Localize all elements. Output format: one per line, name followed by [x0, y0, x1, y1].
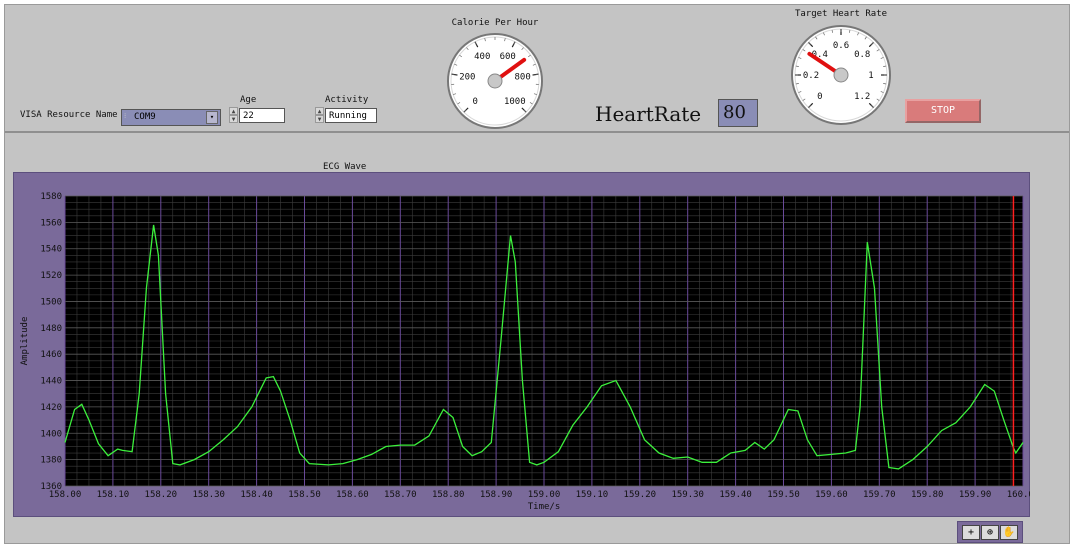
heartrate-label: HeartRate [595, 102, 702, 126]
x-tick-label: 158.30 [192, 490, 225, 500]
front-panel: VISA Resource Name ⁝ COM9 ▾ Age ▲ ▼ 22 A… [4, 4, 1070, 544]
x-tick-label: 159.70 [863, 490, 896, 500]
gauge-tick-label: 400 [474, 52, 490, 62]
x-tick-label: 160.00 [1007, 490, 1030, 500]
decrement-icon[interactable]: ▼ [315, 115, 324, 123]
visa-io-icon: ⁝ [124, 112, 127, 120]
x-tick-label: 159.90 [959, 490, 992, 500]
x-tick-label: 159.00 [528, 490, 561, 500]
graph-palette: + ⊕ ✋ [957, 521, 1023, 543]
y-tick-label: 1580 [40, 192, 62, 202]
gauge-tick-label: 0.6 [833, 41, 849, 51]
increment-icon[interactable]: ▲ [315, 107, 324, 115]
increment-icon[interactable]: ▲ [229, 107, 238, 115]
zoom-icon[interactable]: ⊕ [981, 525, 999, 540]
calorie-gauge-title: Calorie Per Hour [452, 18, 539, 28]
y-tick-label: 1480 [40, 324, 62, 334]
y-tick-label: 1420 [40, 403, 62, 413]
age-label: Age [240, 95, 257, 105]
x-tick-label: 159.30 [671, 490, 704, 500]
stop-button[interactable]: STOP [905, 99, 981, 123]
gauge-tick-label: 0.2 [803, 71, 819, 81]
calorie-gauge: Calorie Per Hour 0 200 400 600 800 1000 [447, 18, 543, 129]
gauge-tick-label: 1 [868, 71, 873, 81]
activity-select[interactable]: Running [325, 108, 377, 123]
activity-stepper[interactable]: ▲ ▼ [315, 107, 324, 124]
chevron-down-icon[interactable]: ▾ [206, 111, 218, 124]
decrement-icon[interactable]: ▼ [229, 115, 238, 123]
y-tick-label: 1400 [40, 429, 62, 439]
x-tick-label: 158.90 [480, 490, 513, 500]
heartrate-indicator: 80 [718, 99, 758, 127]
gauge-tick-label: 600 [500, 52, 516, 62]
gauge-tick-label: 200 [459, 73, 475, 83]
gauge-tick-label: 0 [817, 92, 822, 102]
x-tick-label: 159.50 [767, 490, 800, 500]
x-tick-label: 158.20 [145, 490, 178, 500]
gauge-tick-label: 0.8 [854, 50, 870, 60]
gauge-hub [833, 67, 849, 83]
y-tick-label: 1540 [40, 245, 62, 255]
x-axis-label: Time/s [528, 502, 561, 512]
y-tick-label: 1380 [40, 456, 62, 466]
age-stepper[interactable]: ▲ ▼ [229, 107, 238, 124]
activity-label: Activity [325, 95, 369, 105]
gauge-hub [487, 73, 503, 89]
x-tick-label: 159.40 [719, 490, 752, 500]
y-tick-label: 1440 [40, 377, 62, 387]
x-tick-label: 159.60 [815, 490, 848, 500]
target-heart-rate-gauge: Target Heart Rate 00.20.40.60.811.2 [791, 9, 891, 125]
crosshair-icon[interactable]: + [962, 525, 980, 540]
gauge-tick-label: 800 [515, 73, 531, 83]
x-tick-label: 158.80 [432, 490, 465, 500]
chart-title: ECG Wave [323, 162, 367, 172]
y-tick-label: 1500 [40, 297, 62, 307]
visa-value: COM9 [134, 112, 156, 122]
gauge-tick-label: 0 [472, 97, 477, 107]
x-tick-label: 158.40 [240, 490, 273, 500]
pan-hand-icon[interactable]: ✋ [1000, 525, 1018, 540]
age-input[interactable]: 22 [239, 108, 285, 123]
y-axis-label: Amplitude [20, 317, 30, 366]
x-tick-label: 158.70 [384, 490, 417, 500]
x-tick-label: 158.50 [288, 490, 321, 500]
y-tick-label: 1460 [40, 350, 62, 360]
y-tick-label: 1520 [40, 271, 62, 281]
visa-resource-selector[interactable]: ⁝ COM9 ▾ [121, 109, 221, 126]
x-tick-label: 158.10 [97, 490, 130, 500]
x-tick-label: 159.80 [911, 490, 944, 500]
x-tick-label: 159.20 [624, 490, 657, 500]
ecg-chart: 1360138014001420144014601480150015201540… [20, 192, 1030, 512]
x-tick-label: 158.00 [49, 490, 82, 500]
x-tick-label: 158.60 [336, 490, 369, 500]
y-tick-label: 1560 [40, 218, 62, 228]
gauge-tick-label: 1000 [504, 97, 526, 107]
target-gauge-title: Target Heart Rate [795, 9, 887, 19]
x-tick-label: 159.10 [576, 490, 609, 500]
visa-label: VISA Resource Name [20, 110, 118, 120]
gauge-tick-label: 1.2 [854, 92, 870, 102]
